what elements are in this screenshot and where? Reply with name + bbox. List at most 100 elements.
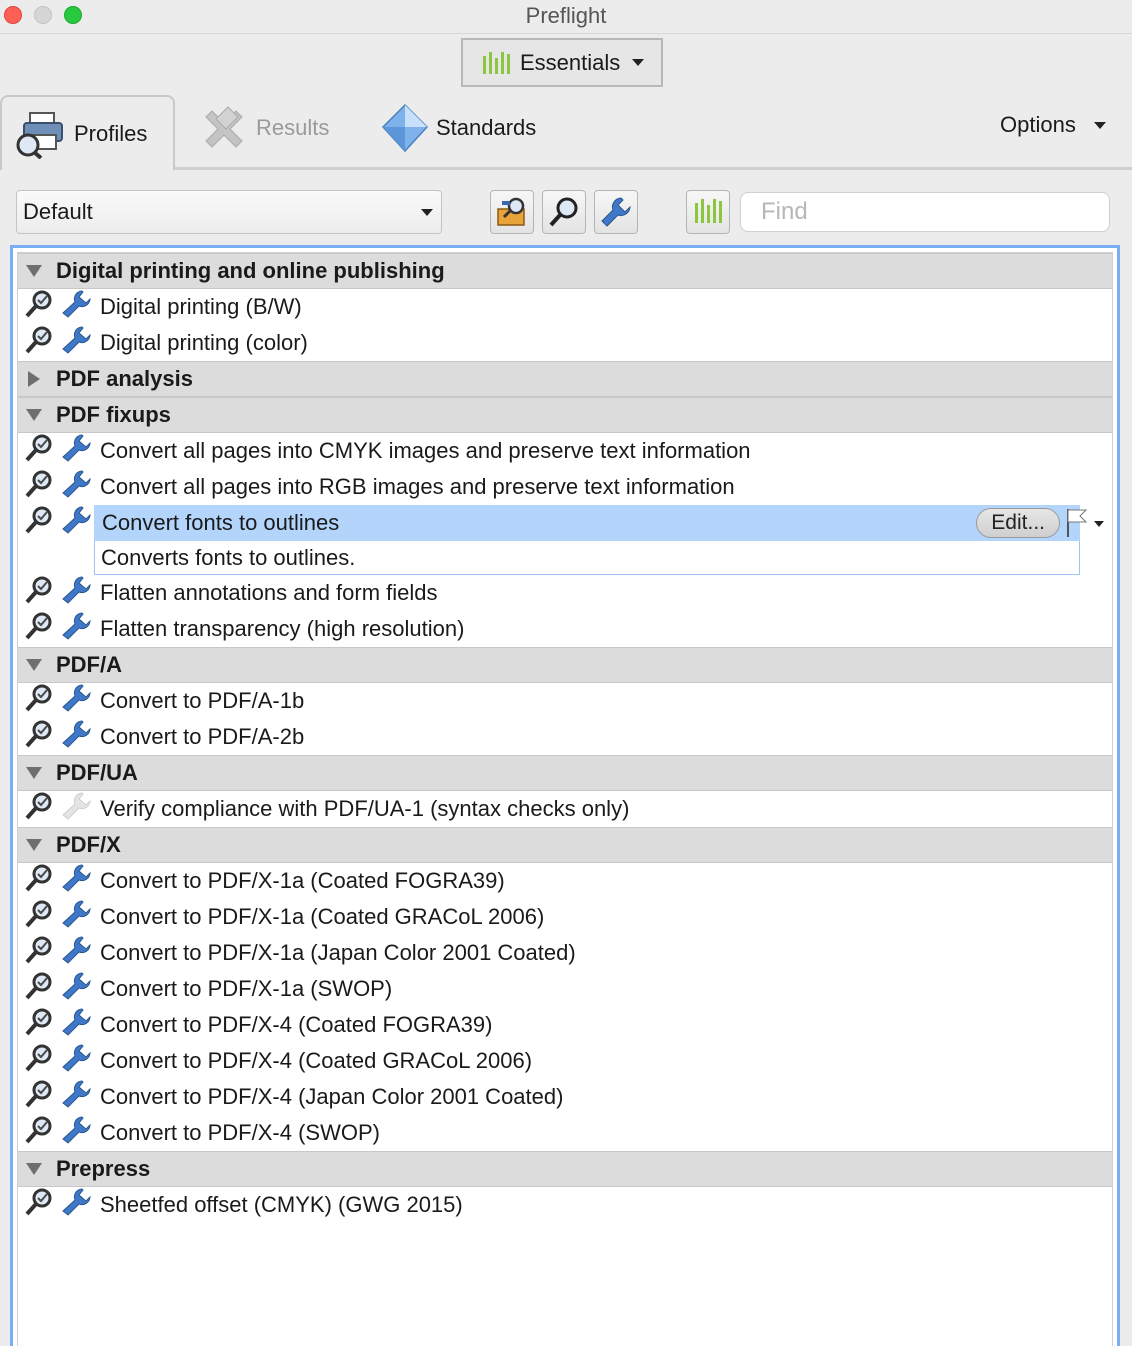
box-magnifier-icon [497, 197, 525, 226]
profile-row[interactable]: Convert all pages into RGB images and pr… [18, 469, 1112, 505]
title-bar: Preflight [0, 0, 1132, 34]
printer-magnifier-icon [16, 111, 63, 159]
wrench-icon [60, 611, 92, 647]
profile-row-icons [18, 899, 98, 935]
find-input[interactable] [740, 192, 1110, 232]
profile-row[interactable]: Convert to PDF/X-4 (SWOP) [18, 1115, 1112, 1151]
profile-name: Convert to PDF/X-1a (Coated GRACoL 2006) [100, 904, 545, 929]
profile-row[interactable]: Convert to PDF/A-2b [18, 719, 1112, 755]
window-title: Preflight [525, 3, 607, 28]
profile-name: Digital printing (color) [100, 330, 308, 355]
wrench-icon [60, 899, 92, 935]
wrench-icon [601, 197, 631, 227]
profile-row-icons [18, 575, 98, 611]
profile-row[interactable]: Convert all pages into CMYK images and p… [18, 433, 1112, 469]
results-disabled-icon [205, 106, 243, 148]
profile-row-icons [18, 719, 98, 755]
profile-row[interactable]: Convert to PDF/X-4 (Coated FOGRA39) [18, 1007, 1112, 1043]
group-header[interactable]: PDF analysis [18, 361, 1112, 397]
profile-row[interactable]: Convert fonts to outlines Edit... [18, 505, 1112, 541]
magnifier-check-icon [24, 719, 54, 755]
flag-menu-button[interactable] [1064, 507, 1108, 539]
bars-icon [483, 51, 510, 74]
disclosure-expanded-icon[interactable] [20, 409, 48, 421]
profile-name: Convert all pages into CMYK images and p… [100, 438, 751, 463]
profile-row[interactable]: Flatten transparency (high resolution) [18, 611, 1112, 647]
profile-row-icons [18, 1007, 98, 1043]
profile-row[interactable]: Digital printing (color) [18, 325, 1112, 361]
magnifier-check-icon [24, 505, 54, 541]
group-title: PDF/A [56, 652, 122, 677]
profile-row[interactable]: Convert to PDF/X-4 (Coated GRACoL 2006) [18, 1043, 1112, 1079]
group-header[interactable]: PDF/A [18, 647, 1112, 683]
wrench-icon [60, 719, 92, 755]
essentials-filter-button[interactable] [686, 190, 730, 234]
profile-row[interactable]: Convert to PDF/X-1a (Coated FOGRA39) [18, 863, 1112, 899]
diamond-icon [381, 103, 429, 153]
disclosure-expanded-icon[interactable] [20, 839, 48, 851]
profile-row[interactable]: Flatten annotations and form fields [18, 575, 1112, 611]
profile-row[interactable]: Sheetfed offset (CMYK) (GWG 2015) [18, 1187, 1112, 1223]
wrench-icon [60, 1043, 92, 1079]
group-title: PDF/X [56, 832, 121, 857]
magnifier-check-icon [24, 863, 54, 899]
wrench-icon [60, 325, 92, 361]
magnifier-check-icon [24, 1079, 54, 1115]
magnifier-check-icon [24, 469, 54, 505]
tab-profiles-label: Profiles [74, 120, 148, 146]
tab-profiles[interactable]: Profiles [0, 95, 175, 170]
group-header[interactable]: Prepress [18, 1151, 1112, 1187]
disclosure-collapsed-icon[interactable] [20, 371, 48, 387]
wrench-icon [60, 505, 92, 541]
profile-row[interactable]: Convert to PDF/A-1b [18, 683, 1112, 719]
profile-name: Sheetfed offset (CMYK) (GWG 2015) [100, 1192, 463, 1217]
group-header[interactable]: PDF/X [18, 827, 1112, 863]
analyze-only-filter-button[interactable] [542, 190, 586, 234]
profile-set-select[interactable]: Default [16, 190, 442, 234]
profile-row[interactable]: Convert to PDF/X-1a (Coated GRACoL 2006) [18, 899, 1112, 935]
fixup-filter-button[interactable] [594, 190, 638, 234]
magnifier-check-icon [24, 1115, 54, 1151]
profile-row-icons [18, 289, 98, 325]
profile-row-icons [18, 433, 98, 469]
group-header[interactable]: Digital printing and online publishing [18, 253, 1112, 289]
profile-row-icons [18, 469, 98, 505]
profile-list[interactable]: Digital printing and online publishing Di… [10, 245, 1120, 1346]
profile-name: Convert to PDF/X-1a (SWOP) [100, 976, 393, 1001]
tab-standards[interactable]: Standards [380, 100, 536, 156]
profile-row-icons [18, 611, 98, 647]
group-header[interactable]: PDF/UA [18, 755, 1112, 791]
wrench-icon [60, 1079, 92, 1115]
tab-results[interactable]: Results [198, 100, 329, 156]
profile-name: Verify compliance with PDF/UA-1 (syntax … [100, 796, 630, 821]
disclosure-expanded-icon[interactable] [20, 265, 48, 277]
profile-row-icons [18, 791, 98, 827]
disclosure-expanded-icon[interactable] [20, 659, 48, 671]
chevron-down-icon [421, 209, 433, 216]
disclosure-expanded-icon[interactable] [20, 1163, 48, 1175]
profile-row[interactable]: Convert to PDF/X-4 (Japan Color 2001 Coa… [18, 1079, 1112, 1115]
magnifier-check-icon [24, 611, 54, 647]
workspace-dropdown[interactable]: Essentials [461, 38, 663, 87]
profile-name: Digital printing (B/W) [100, 294, 302, 319]
profile-name: Convert to PDF/A-1b [100, 688, 305, 713]
profile-name: Flatten transparency (high resolution) [100, 616, 465, 641]
magnifier-check-icon [24, 1187, 54, 1223]
profile-row[interactable]: Digital printing (B/W) [18, 289, 1112, 325]
inspect-profiles-button[interactable] [490, 190, 534, 234]
profile-row[interactable]: Convert to PDF/X-1a (SWOP) [18, 971, 1112, 1007]
profile-row[interactable]: Convert to PDF/X-1a (Japan Color 2001 Co… [18, 935, 1112, 971]
selected-profile-highlight[interactable]: Convert fonts to outlines [94, 505, 1080, 541]
profile-row-icons [18, 1079, 98, 1115]
edit-button[interactable]: Edit... [976, 508, 1060, 538]
options-menu[interactable]: Options [1000, 112, 1106, 138]
profile-row[interactable]: Verify compliance with PDF/UA-1 (syntax … [18, 791, 1112, 827]
bars-icon [694, 199, 722, 223]
tab-bar-divider [174, 167, 1132, 170]
magnifier-check-icon [24, 1007, 54, 1043]
profile-row-icons [18, 863, 98, 899]
group-header[interactable]: PDF fixups [18, 397, 1112, 433]
profile-name: Convert to PDF/X-4 (Japan Color 2001 Coa… [100, 1084, 564, 1109]
disclosure-expanded-icon[interactable] [20, 767, 48, 779]
wrench-icon [60, 433, 92, 469]
